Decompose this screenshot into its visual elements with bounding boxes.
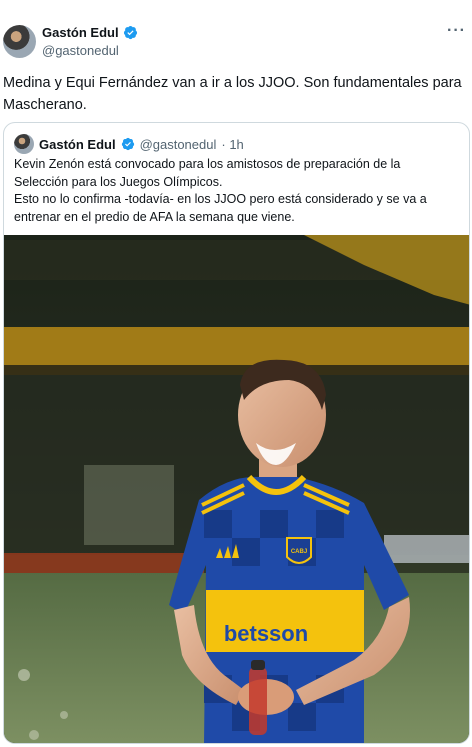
shirt-sponsor: betsson bbox=[224, 621, 308, 646]
author-name[interactable]: Gastón Edul bbox=[42, 25, 119, 40]
quoted-text-line: Kevin Zenón está convocado para los amis… bbox=[14, 157, 401, 171]
ad-board bbox=[4, 553, 204, 573]
author-avatar[interactable] bbox=[3, 25, 36, 58]
photo-illustration: CABJ betsson bbox=[4, 235, 469, 743]
tweet-text: Medina y Equi Fernández van a ir a los J… bbox=[3, 75, 462, 113]
author-name-row[interactable]: Gastón Edul bbox=[42, 25, 138, 40]
quoted-time: · 1h bbox=[221, 136, 244, 152]
quoted-author-name: Gastón Edul bbox=[39, 136, 116, 152]
quoted-verified-badge-icon bbox=[121, 137, 134, 151]
quoted-tweet-text: Kevin Zenón está convocado para los amis… bbox=[14, 156, 459, 226]
verified-badge-icon bbox=[123, 25, 137, 40]
quoted-author-handle: @gastonedul bbox=[139, 136, 217, 152]
quoted-text-line: entrenar en el predio de AFA la semana q… bbox=[14, 209, 295, 224]
quoted-tweet[interactable]: Gastón Edul @gastonedul · 1h Kevin Zenón… bbox=[3, 122, 470, 744]
quoted-tweet-header: Gastón Edul @gastonedul · 1h bbox=[14, 134, 244, 154]
water-bottle bbox=[249, 667, 267, 735]
svg-text:CABJ: CABJ bbox=[291, 549, 307, 555]
stadium-banner-yellow bbox=[4, 327, 469, 365]
quoted-text-line: Selección para los Juegos Olímpicos. bbox=[14, 174, 223, 189]
quoted-author-avatar bbox=[14, 134, 34, 154]
author-handle[interactable]: @gastonedul bbox=[42, 43, 119, 58]
tweet-header: Gastón Edul @gastonedul ··· bbox=[0, 0, 472, 62]
quoted-text-line: Esto no lo confirma -todavía- en los JJO… bbox=[14, 192, 427, 206]
more-icon[interactable]: ··· bbox=[447, 22, 466, 40]
tweet-photo[interactable]: CABJ betsson bbox=[4, 235, 469, 743]
